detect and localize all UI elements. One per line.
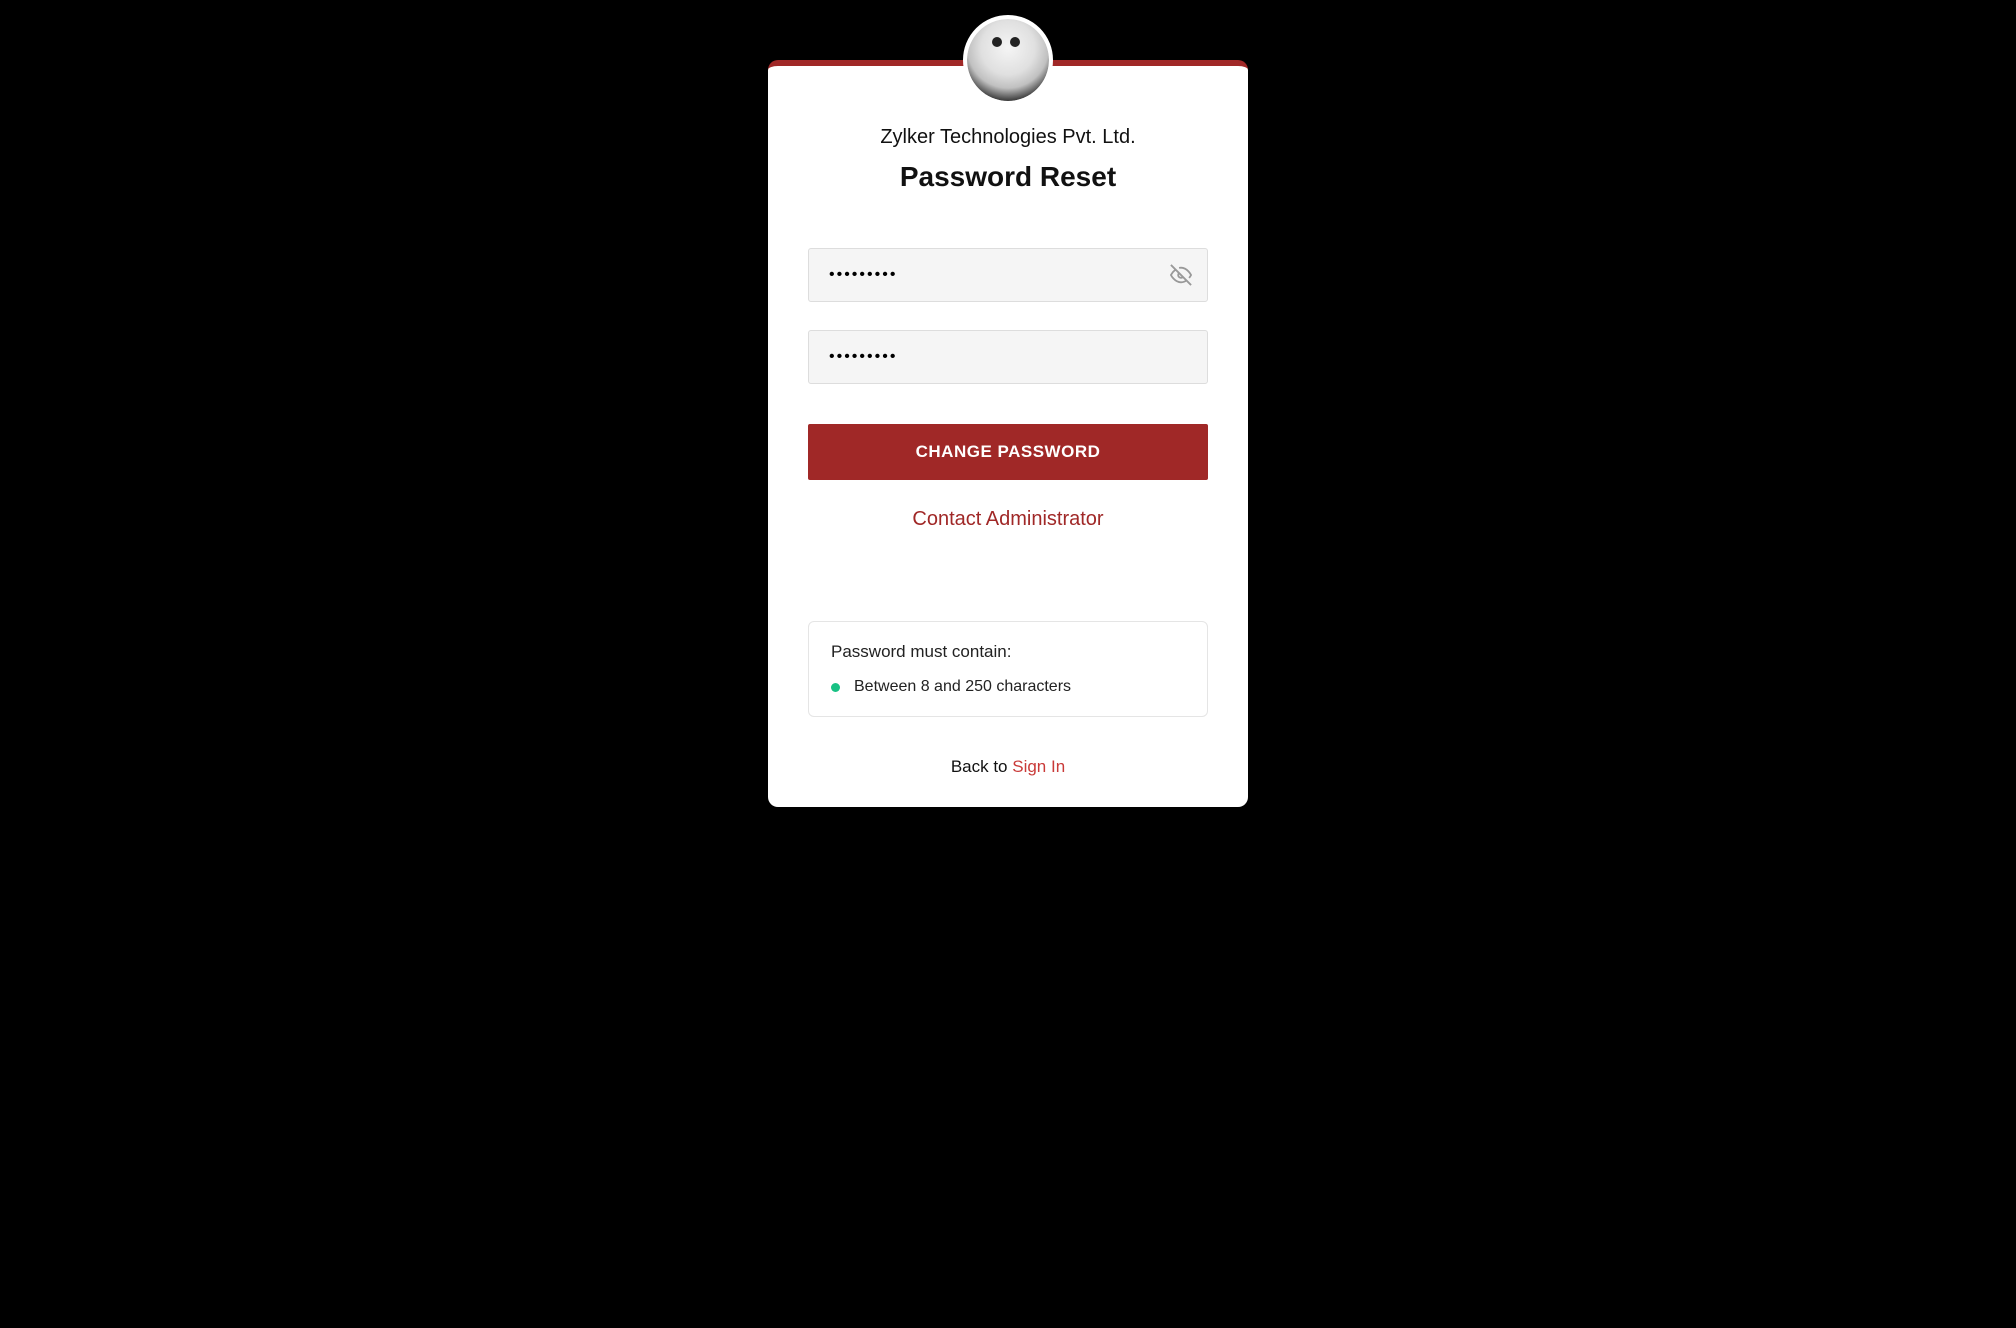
- confirm-password-input[interactable]: [808, 330, 1208, 384]
- back-prefix: Back to: [951, 757, 1012, 776]
- avatar-image: [967, 19, 1049, 101]
- password-requirements-box: Password must contain: Between 8 and 250…: [808, 621, 1208, 717]
- change-password-button[interactable]: CHANGE PASSWORD: [808, 424, 1208, 480]
- requirements-title: Password must contain:: [831, 642, 1185, 662]
- avatar: [963, 15, 1053, 105]
- contact-admin-link[interactable]: Contact Administrator: [808, 508, 1208, 531]
- signin-link[interactable]: Sign In: [1012, 757, 1065, 776]
- new-password-wrapper: [808, 248, 1208, 302]
- page-title: Password Reset: [808, 161, 1208, 193]
- confirm-password-wrapper: [808, 330, 1208, 384]
- requirement-text: Between 8 and 250 characters: [854, 678, 1071, 696]
- company-name: Zylker Technologies Pvt. Ltd.: [808, 126, 1208, 149]
- password-reset-card: Zylker Technologies Pvt. Ltd. Password R…: [768, 60, 1248, 807]
- eye-hidden-icon[interactable]: [1170, 264, 1192, 286]
- new-password-input[interactable]: [808, 248, 1208, 302]
- password-reset-card-wrapper: Zylker Technologies Pvt. Ltd. Password R…: [768, 60, 1248, 807]
- back-link-row: Back to Sign In: [808, 757, 1208, 777]
- requirement-item: Between 8 and 250 characters: [831, 678, 1185, 696]
- requirement-status-dot: [831, 683, 840, 692]
